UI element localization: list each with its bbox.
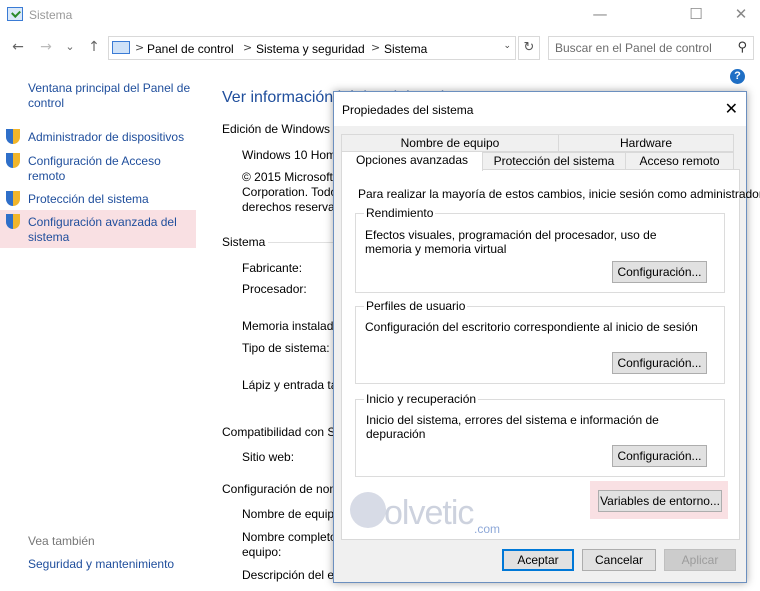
apply-button[interactable]: Aplicar (664, 549, 736, 571)
user-profiles-description: Configuración del escritorio correspondi… (365, 320, 698, 334)
watermark-domain: .com (474, 522, 501, 536)
performance-group: Rendimiento Efectos visuales, programaci… (355, 206, 725, 293)
forward-arrow-icon[interactable]: → (36, 36, 56, 58)
up-arrow-icon[interactable]: ↑ (84, 36, 104, 58)
search-box[interactable]: ⚲ (548, 36, 754, 60)
shield-icon (6, 129, 20, 144)
address-bar[interactable]: > Panel de control > Sistema y seguridad… (108, 36, 516, 60)
copyright-line-2: Corporation. Todos (242, 185, 344, 199)
performance-settings-button[interactable]: Configuración... (612, 261, 707, 283)
search-icon[interactable]: ⚲ (737, 40, 747, 55)
full-name-label: Nombre completo (242, 530, 337, 544)
sidebar-item-label: Configuración de Acceso remoto (28, 154, 161, 183)
address-dropdown-icon[interactable]: ⌄ (503, 41, 511, 51)
address-row: ← → ⌄ ↑ > Panel de control > Sistema y s… (0, 34, 760, 62)
performance-description: Efectos visuales, programación del proce… (365, 228, 657, 256)
sidebar-item-label: Protección del sistema (28, 192, 149, 206)
sidebar-item-device-manager[interactable]: Administrador de dispositivos (0, 127, 196, 147)
system-heading: Sistema (222, 235, 266, 249)
cancel-button[interactable]: Cancelar (582, 549, 656, 571)
shield-icon (6, 153, 20, 168)
tab-remote-access[interactable]: Acceso remoto (625, 152, 734, 170)
shield-icon (6, 191, 20, 206)
ok-button[interactable]: Aceptar (502, 549, 574, 571)
window-titlebar: Sistema — ☐ ✕ (0, 0, 760, 30)
computer-name-label: Nombre de equipo: (242, 507, 345, 521)
manufacturer-label: Fabricante: (242, 261, 303, 275)
sidebar-item-label: Administrador de dispositivos (28, 130, 185, 144)
window-title: Sistema (29, 8, 73, 22)
close-button[interactable]: ✕ (718, 0, 760, 30)
see-also-security-link[interactable]: Seguridad y mantenimiento (28, 557, 174, 572)
breadcrumb-system-security[interactable]: Sistema y seguridad (256, 42, 365, 56)
advanced-tab-panel: Para realizar la mayoría de estos cambio… (341, 169, 760, 540)
performance-label: Rendimiento (364, 206, 436, 220)
user-profiles-settings-button[interactable]: Configuración... (612, 352, 707, 374)
breadcrumb-separator[interactable]: > (243, 41, 252, 54)
startup-recovery-label: Inicio y recuperación (364, 392, 479, 406)
tab-hardware[interactable]: Hardware (558, 134, 734, 152)
system-properties-dialog: Propiedades del sistema ✕ Nombre de equi… (333, 91, 760, 583)
system-app-icon (7, 7, 23, 21)
help-icon[interactable]: ? (730, 69, 745, 84)
sidebar-item-system-protection[interactable]: Protección del sistema (0, 189, 196, 209)
environment-variables-button[interactable]: Variables de entorno... (598, 490, 722, 512)
copyright-line-1: © 2015 Microsoft (242, 170, 333, 184)
minimize-button[interactable]: — (577, 0, 623, 30)
sidebar-item-advanced-settings[interactable]: Configuración avanzada del sistema (0, 210, 196, 248)
sidebar-item-remote-access[interactable]: Configuración de Acceso remoto (0, 151, 196, 185)
sidebar-item-label: Configuración avanzada del sistema (28, 215, 177, 244)
recent-locations-icon[interactable]: ⌄ (60, 36, 80, 58)
breadcrumb-separator: > (135, 41, 145, 54)
breadcrumb-system[interactable]: Sistema (384, 42, 427, 56)
dialog-title: Propiedades del sistema (342, 103, 474, 117)
compatibility-heading: Compatibilidad con S (222, 425, 336, 439)
back-arrow-icon[interactable]: ← (8, 36, 28, 58)
sidebar-home-link[interactable]: Ventana principal del Panel de control (28, 81, 198, 111)
see-also-heading: Vea también (28, 534, 95, 548)
edition-heading: Edición de Windows (222, 122, 331, 136)
breadcrumb-control-panel[interactable]: Panel de control (147, 42, 234, 56)
tab-advanced-options[interactable]: Opciones avanzadas (341, 151, 483, 171)
edition-name: Windows 10 Home (242, 148, 343, 162)
refresh-button[interactable]: ↻ (518, 36, 540, 60)
tab-computer-name[interactable]: Nombre de equipo (341, 134, 559, 152)
maximize-button[interactable]: ☐ (673, 0, 719, 30)
watermark-brand: olvetic (384, 494, 474, 532)
memory-label: Memoria instalada (242, 319, 341, 333)
tab-system-protection[interactable]: Protección del sistema (482, 152, 626, 170)
startup-recovery-settings-button[interactable]: Configuración... (612, 445, 707, 467)
admin-notice: Para realizar la mayoría de estos cambio… (358, 187, 760, 201)
solvetic-logo (350, 492, 386, 528)
system-type-label: Tipo de sistema: (242, 341, 330, 355)
dialog-close-icon[interactable]: ✕ (725, 99, 738, 118)
full-name-label-2: equipo: (242, 545, 282, 559)
control-panel-icon (112, 41, 130, 54)
user-profiles-label: Perfiles de usuario (364, 299, 468, 313)
startup-recovery-group: Inicio y recuperación Inicio del sistema… (355, 392, 725, 477)
processor-label: Procesador: (242, 282, 307, 296)
search-input[interactable] (555, 41, 725, 55)
startup-recovery-description: Inicio del sistema, errores del sistema … (366, 413, 659, 441)
website-label: Sitio web: (242, 450, 295, 464)
breadcrumb-separator[interactable]: > (371, 41, 380, 54)
user-profiles-group: Perfiles de usuario Configuración del es… (355, 299, 725, 384)
section-divider (268, 242, 338, 243)
shield-icon (6, 214, 20, 229)
dialog-titlebar: Propiedades del sistema ✕ (334, 92, 746, 126)
